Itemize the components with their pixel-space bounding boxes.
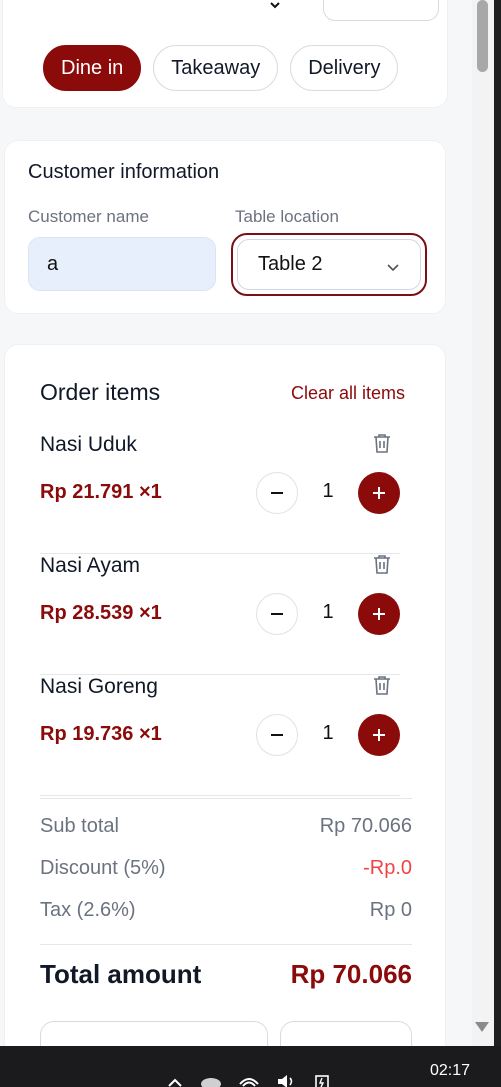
taskbar-clock[interactable]: 02:17 xyxy=(430,1062,470,1080)
increase-quantity-button[interactable] xyxy=(358,714,400,756)
header-action-button[interactable] xyxy=(323,0,439,21)
customer-name-input[interactable]: a xyxy=(28,237,216,291)
table-location-select-box[interactable]: Table 2 xyxy=(237,239,421,290)
trash-icon[interactable] xyxy=(370,673,394,697)
total-row: Total amount Rp 70.066 xyxy=(40,959,412,990)
chevron-up-icon[interactable] xyxy=(166,1074,184,1087)
order-summary: Sub total Rp 70.066 Discount (5%) -Rp.0 … xyxy=(40,798,412,989)
minus-icon xyxy=(271,734,283,736)
order-items-title: Order items xyxy=(40,379,161,405)
table-location-value: Table 2 xyxy=(258,253,323,275)
item-name: Nasi Goreng xyxy=(40,675,158,698)
item-name: Nasi Ayam xyxy=(40,554,140,577)
volume-icon[interactable] xyxy=(276,1074,298,1087)
dine-in-button[interactable]: Dine in xyxy=(43,45,142,91)
trash-icon[interactable] xyxy=(370,552,394,576)
takeaway-button[interactable]: Takeaway xyxy=(153,45,279,91)
chevron-down-icon xyxy=(387,264,399,272)
order-type-toggle: Dine in Takeaway Delivery xyxy=(43,45,399,91)
scroll-down-arrow-icon[interactable] xyxy=(475,1022,489,1032)
discount-row: Discount (5%) -Rp.0 xyxy=(40,857,412,880)
item-quantity: 1 xyxy=(322,601,334,623)
table-location-select[interactable]: Table 2 xyxy=(231,233,427,296)
subtotal-row: Sub total Rp 70.066 xyxy=(40,815,412,838)
customer-info-card: Customer information Customer name Table… xyxy=(4,140,446,314)
tax-row: Tax (2.6%) Rp 0 xyxy=(40,899,412,922)
order-item: Nasi Goreng Rp 19.736 ×1 1 xyxy=(40,675,400,796)
primary-action-button[interactable] xyxy=(280,1021,412,1046)
order-items-card: Order items Clear all items Nasi Uduk Rp… xyxy=(4,344,446,1046)
clear-all-items-link[interactable]: Clear all items xyxy=(291,383,405,404)
wifi-icon[interactable] xyxy=(238,1074,260,1087)
customer-info-title: Customer information xyxy=(28,161,220,183)
divider xyxy=(40,944,412,945)
total-value: Rp 70.066 xyxy=(290,959,412,989)
scrollbar-thumb[interactable] xyxy=(477,0,488,72)
decrease-quantity-button[interactable] xyxy=(256,472,298,514)
subtotal-value: Rp 70.066 xyxy=(319,815,412,837)
decrease-quantity-button[interactable] xyxy=(256,593,298,635)
order-type-card: Dine in Takeaway Delivery xyxy=(2,0,448,108)
item-price: Rp 21.791 ×1 xyxy=(40,481,162,503)
delivery-button[interactable]: Delivery xyxy=(290,45,399,91)
order-item: Nasi Uduk Rp 21.791 ×1 1 xyxy=(40,433,400,554)
minus-icon xyxy=(271,492,283,494)
order-item: Nasi Ayam Rp 28.539 ×1 1 xyxy=(40,554,400,675)
plus-icon xyxy=(373,487,385,499)
item-quantity: 1 xyxy=(322,480,334,502)
item-price: Rp 19.736 ×1 xyxy=(40,723,162,745)
plus-icon xyxy=(373,608,385,620)
system-tray xyxy=(166,1074,332,1087)
page-scrollbar[interactable] xyxy=(472,0,494,1046)
item-quantity: 1 xyxy=(322,722,334,744)
window-edge xyxy=(494,0,501,1046)
item-name: Nasi Uduk xyxy=(40,433,137,456)
discount-value: -Rp.0 xyxy=(363,857,412,879)
cloud-icon[interactable] xyxy=(200,1074,222,1087)
minus-icon xyxy=(271,613,283,615)
app-viewport: Dine in Takeaway Delivery Customer infor… xyxy=(0,0,472,1046)
customer-name-label: Customer name xyxy=(28,207,149,226)
total-label: Total amount xyxy=(40,959,202,989)
chevron-down-icon xyxy=(270,2,280,9)
tax-value: Rp 0 xyxy=(369,899,412,921)
decrease-quantity-button[interactable] xyxy=(256,714,298,756)
increase-quantity-button[interactable] xyxy=(358,472,400,514)
subtotal-label: Sub total xyxy=(40,815,119,837)
secondary-action-button[interactable] xyxy=(40,1021,268,1046)
trash-icon[interactable] xyxy=(370,431,394,455)
item-price: Rp 28.539 ×1 xyxy=(40,602,162,624)
taskbar: 02:17 xyxy=(0,1046,501,1087)
tax-label: Tax (2.6%) xyxy=(40,899,136,921)
plus-icon xyxy=(373,729,385,741)
battery-icon[interactable] xyxy=(314,1074,332,1087)
discount-label: Discount (5%) xyxy=(40,857,166,879)
increase-quantity-button[interactable] xyxy=(358,593,400,635)
table-location-label: Table location xyxy=(235,207,339,226)
